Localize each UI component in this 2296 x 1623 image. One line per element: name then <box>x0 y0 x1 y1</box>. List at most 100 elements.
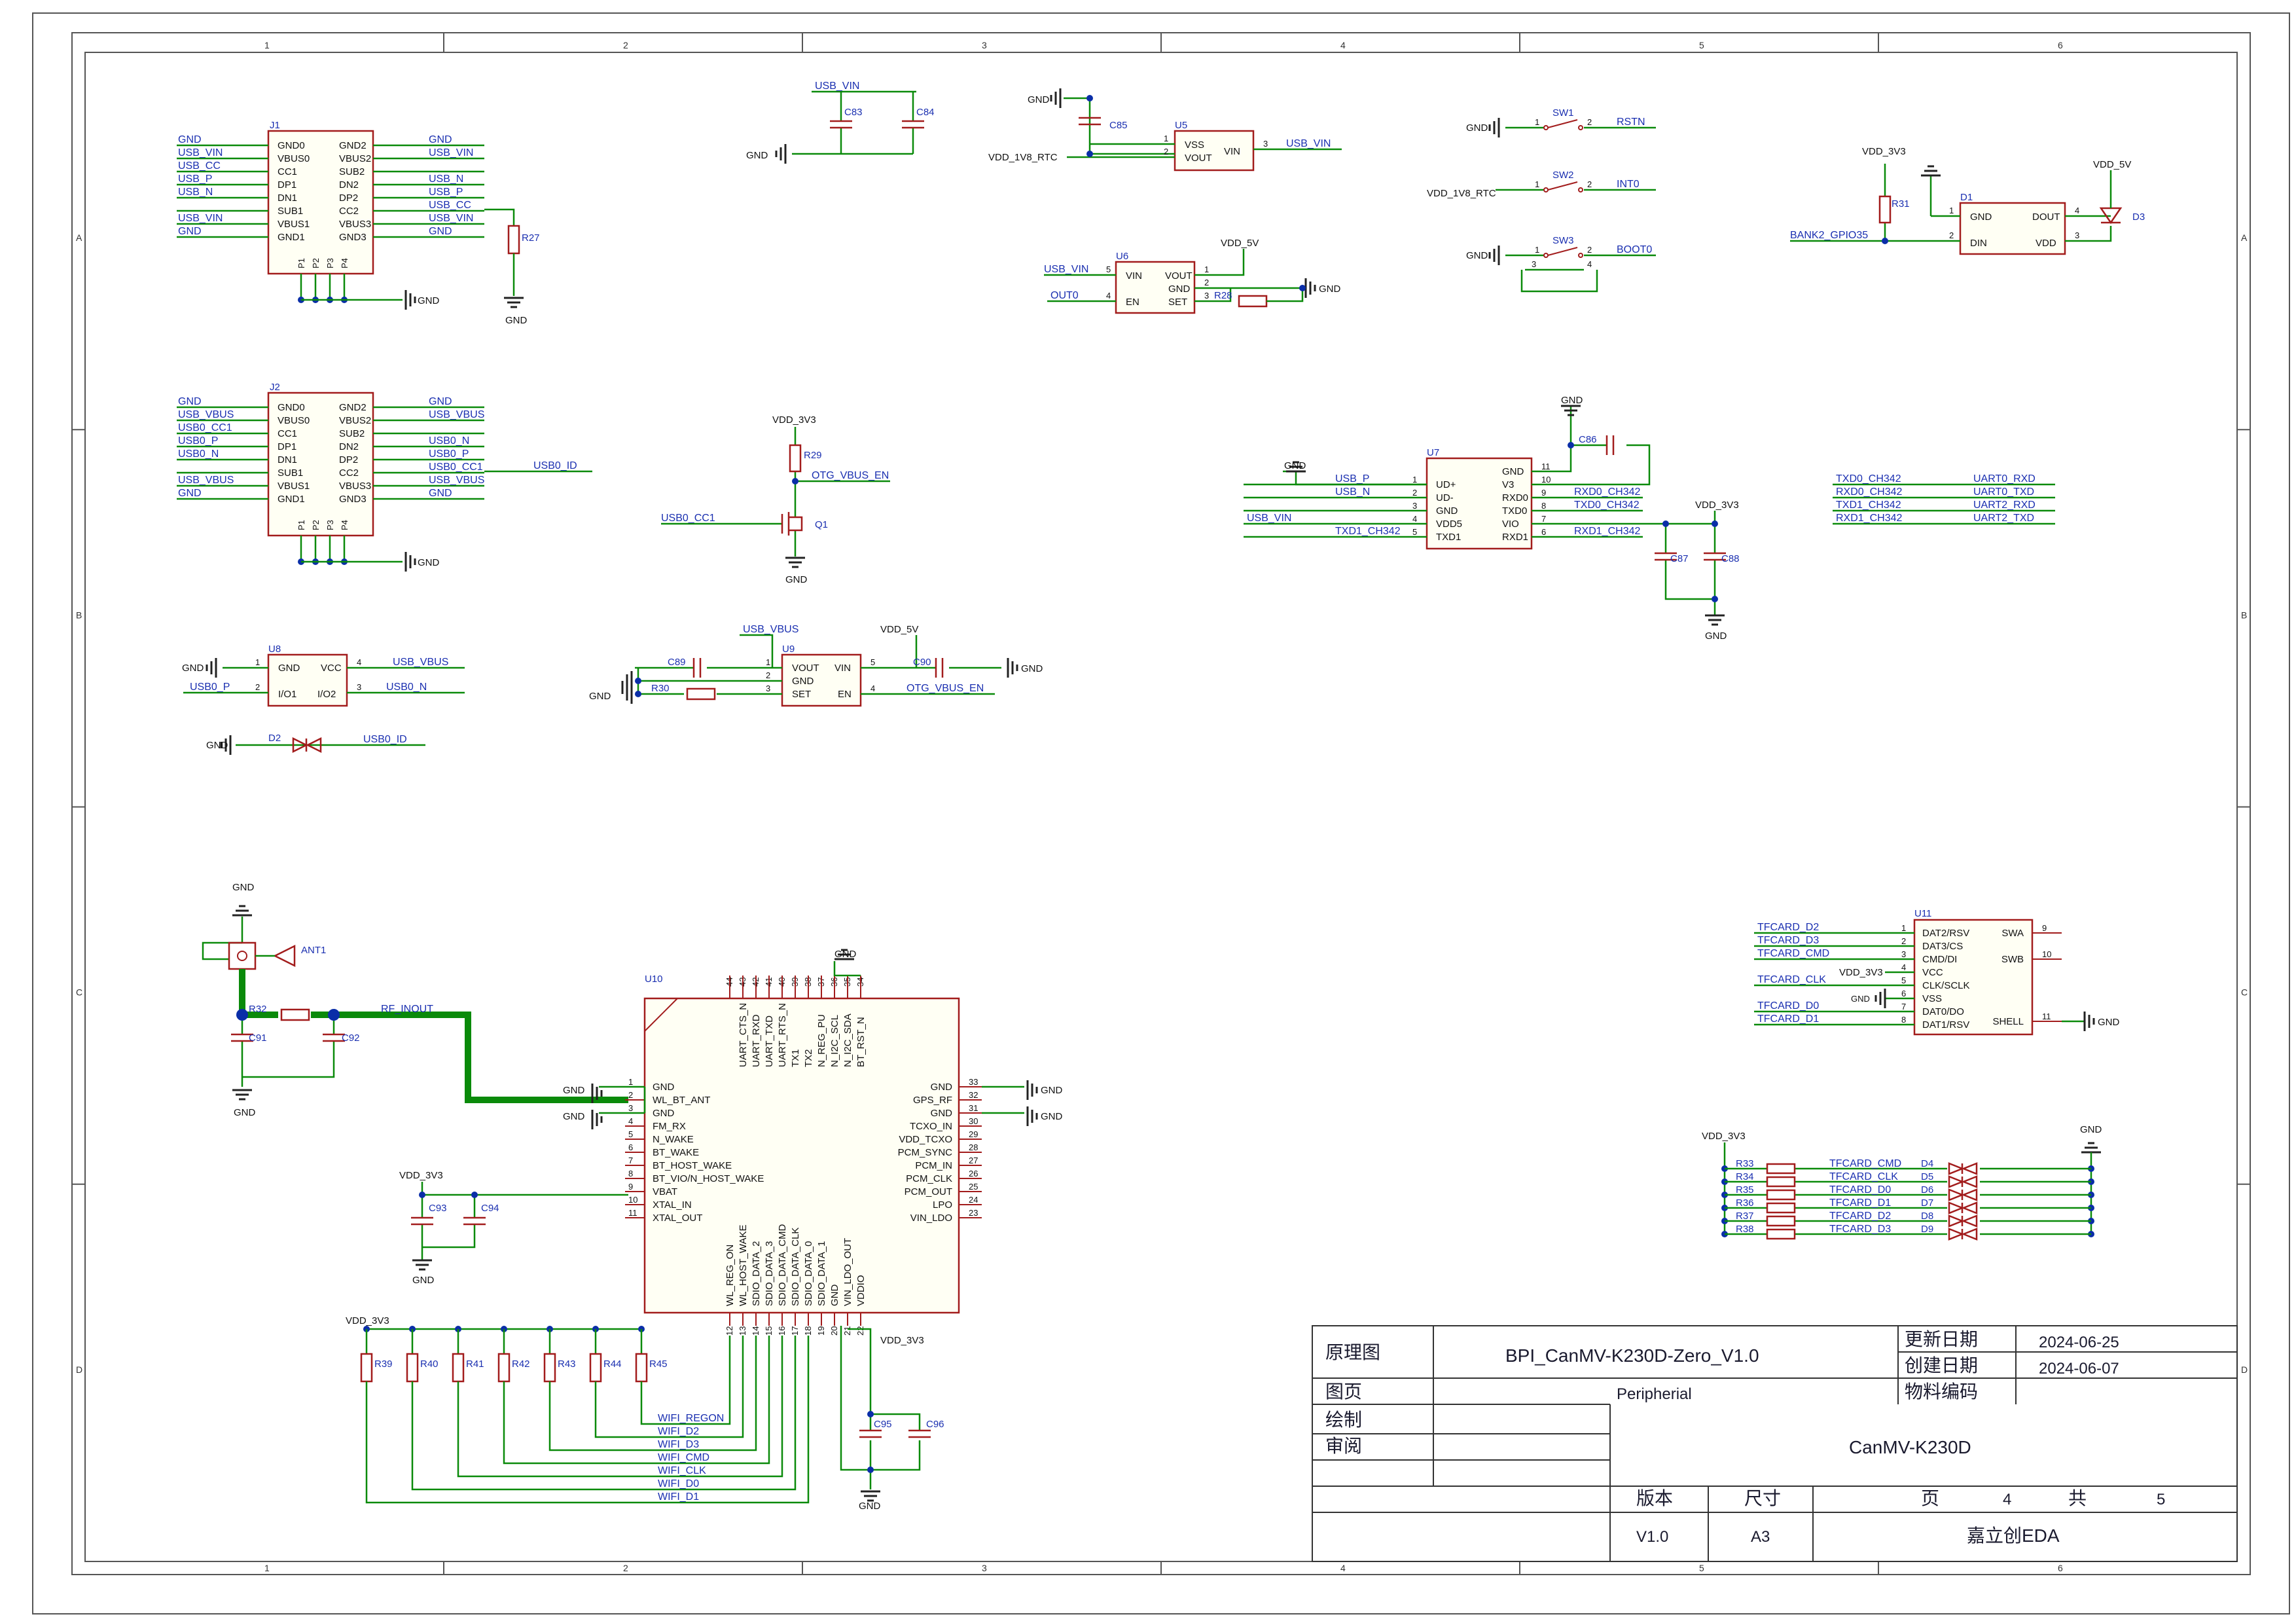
pin-num: 5 <box>628 1129 633 1139</box>
pin-label: VCC <box>1922 967 1943 978</box>
switch-contact <box>1543 125 1549 130</box>
pin-num: 25 <box>969 1182 978 1192</box>
ldo-u5: U5 VSS VOUT VIN C85 1 2 3 VDD_1V8_RTC US… <box>988 88 1342 172</box>
svg-text:USB_VIN: USB_VIN <box>815 81 859 92</box>
pin-num: 3 <box>1412 501 1417 511</box>
row-label: A <box>2241 232 2248 243</box>
pin-label: GND1 <box>278 232 305 243</box>
uart-net-map: TXD0_CH342 UART0_RXD RXD0_CH342 UART0_TXD TX… <box>1833 473 2055 525</box>
ground-icon <box>1488 246 1500 265</box>
row-label: C <box>2241 987 2248 998</box>
pin-num: 15 <box>764 1326 774 1336</box>
schematic-sheet: 112233445566A AB BC CD D J1 GND0GNDVBUS0USB_… <box>32 12 2290 1614</box>
svg-text:VOUT: VOUT <box>1165 270 1193 282</box>
net-label: USB_VIN <box>178 213 223 224</box>
net-label: GND <box>178 396 202 407</box>
svg-text:U6: U6 <box>1116 251 1128 262</box>
resistor-ref: R45 <box>649 1359 668 1370</box>
svg-text:VDD_3V3: VDD_3V3 <box>1862 146 1906 157</box>
pin-label: UART_RTS_N <box>777 1003 788 1067</box>
pin-label: GND <box>1436 505 1458 517</box>
column-label: 6 <box>2058 1563 2063 1573</box>
gnd-label: GND <box>2080 1124 2102 1135</box>
pin-label: DAT3/CS <box>1922 941 1963 952</box>
net-label: USB0_P <box>178 435 218 447</box>
svg-text:USB_VBUS: USB_VBUS <box>393 657 448 668</box>
net-label: TFCARD_D3 <box>1757 935 1819 946</box>
svg-text:页: 页 <box>1921 1488 1939 1508</box>
pin-num: 9 <box>1541 488 1546 498</box>
net-label: TFCARD_D0 <box>1757 1000 1819 1012</box>
net-label: USB_P <box>178 173 212 185</box>
net-label: USB0_P <box>429 448 469 460</box>
net-label: USB_VBUS <box>429 409 484 420</box>
pin-label: BT_RST_N <box>855 1017 867 1067</box>
pin-label: SDIO_DATA_3 <box>764 1241 775 1306</box>
pin-label: P4 <box>340 520 350 530</box>
pin-label: PCM_CLK <box>906 1173 952 1184</box>
svg-text:J2: J2 <box>270 382 280 393</box>
net-label: TFCARD_D3 <box>1829 1224 1891 1235</box>
tvs-diode-icon <box>1948 1175 1978 1188</box>
svg-text:3: 3 <box>766 684 770 693</box>
svg-text:尺寸: 尺寸 <box>1744 1488 1781 1508</box>
svg-text:VDD_5V: VDD_5V <box>2093 159 2131 170</box>
svg-text:GND: GND <box>746 150 768 161</box>
pin-label: P3 <box>325 258 335 268</box>
pin-label: GND3 <box>339 494 367 505</box>
switch-ref: SW1 <box>1552 107 1574 119</box>
pin-num: 24 <box>969 1195 978 1205</box>
row-label: C <box>76 987 82 998</box>
pin-label: VDD_TCXO <box>899 1134 952 1145</box>
net-label: RXD0_CH342 <box>1574 486 1640 498</box>
svg-text:OUT0: OUT0 <box>1050 290 1079 301</box>
pin-label: SUB1 <box>278 467 303 479</box>
wire <box>548 1336 757 1451</box>
pin-label: VBUS1 <box>278 219 310 230</box>
svg-text:1: 1 <box>1204 264 1209 274</box>
antenna-rf-path: ANT1 GND R32 RF_INOUT C91 C92 GND <box>202 882 628 1118</box>
svg-text:Q1: Q1 <box>815 519 828 530</box>
pin-num: 30 <box>969 1116 978 1126</box>
tvs-diode-icon <box>1948 1201 1978 1214</box>
resistor-body <box>1766 1189 1796 1201</box>
svg-text:VDD_5V: VDD_5V <box>1221 238 1259 249</box>
pin-label: TX2 <box>803 1049 814 1067</box>
pin-num: 2 <box>1587 179 1592 189</box>
pin-label: VIN_LDO <box>910 1213 952 1224</box>
svg-text:R31: R31 <box>1892 198 1910 210</box>
pin-label: SUB2 <box>339 166 365 177</box>
ground-icon <box>404 290 416 310</box>
svg-text:3: 3 <box>357 682 361 692</box>
svg-text:GND: GND <box>1284 460 1306 471</box>
svg-text:D3: D3 <box>2132 211 2145 223</box>
svg-text:更新日期: 更新日期 <box>1905 1329 1978 1349</box>
pin-num: 7 <box>628 1156 633 1165</box>
switch-contact <box>1578 253 1583 258</box>
svg-text:GND: GND <box>1319 283 1341 295</box>
pin-label: SDIO_DATA_0 <box>803 1241 814 1306</box>
column-label: 3 <box>982 40 987 50</box>
pin-label: WL_HOST_WAKE <box>738 1225 749 1306</box>
resistor-body <box>1766 1215 1796 1227</box>
svg-text:Peripherial: Peripherial <box>1617 1385 1692 1403</box>
svg-text:创建日期: 创建日期 <box>1905 1355 1978 1376</box>
pin-label: SUB1 <box>278 206 303 217</box>
pin-label: UD- <box>1436 492 1454 503</box>
pin-label: TCXO_IN <box>910 1121 952 1132</box>
pin-label: P3 <box>325 520 335 530</box>
svg-text:USB_VIN: USB_VIN <box>1286 138 1331 149</box>
net-label: USB_N <box>178 187 213 198</box>
svg-text:GND: GND <box>834 949 857 960</box>
svg-text:2: 2 <box>1164 147 1168 156</box>
pin-num: 11 <box>1541 462 1551 471</box>
net-label: TFCARD_D0 <box>1829 1184 1891 1195</box>
caps-c83-c84: USB_VIN C83 C84 GND <box>746 81 935 164</box>
svg-text:V1.0: V1.0 <box>1636 1528 1668 1546</box>
column-label: 2 <box>623 1563 628 1573</box>
pin-num: 21 <box>842 1326 852 1336</box>
pin-num: 4 <box>628 1116 633 1126</box>
pin-label: GND1 <box>278 494 305 505</box>
pin-label: TX1 <box>790 1049 801 1067</box>
svg-text:RF_INOUT: RF_INOUT <box>381 1004 433 1015</box>
